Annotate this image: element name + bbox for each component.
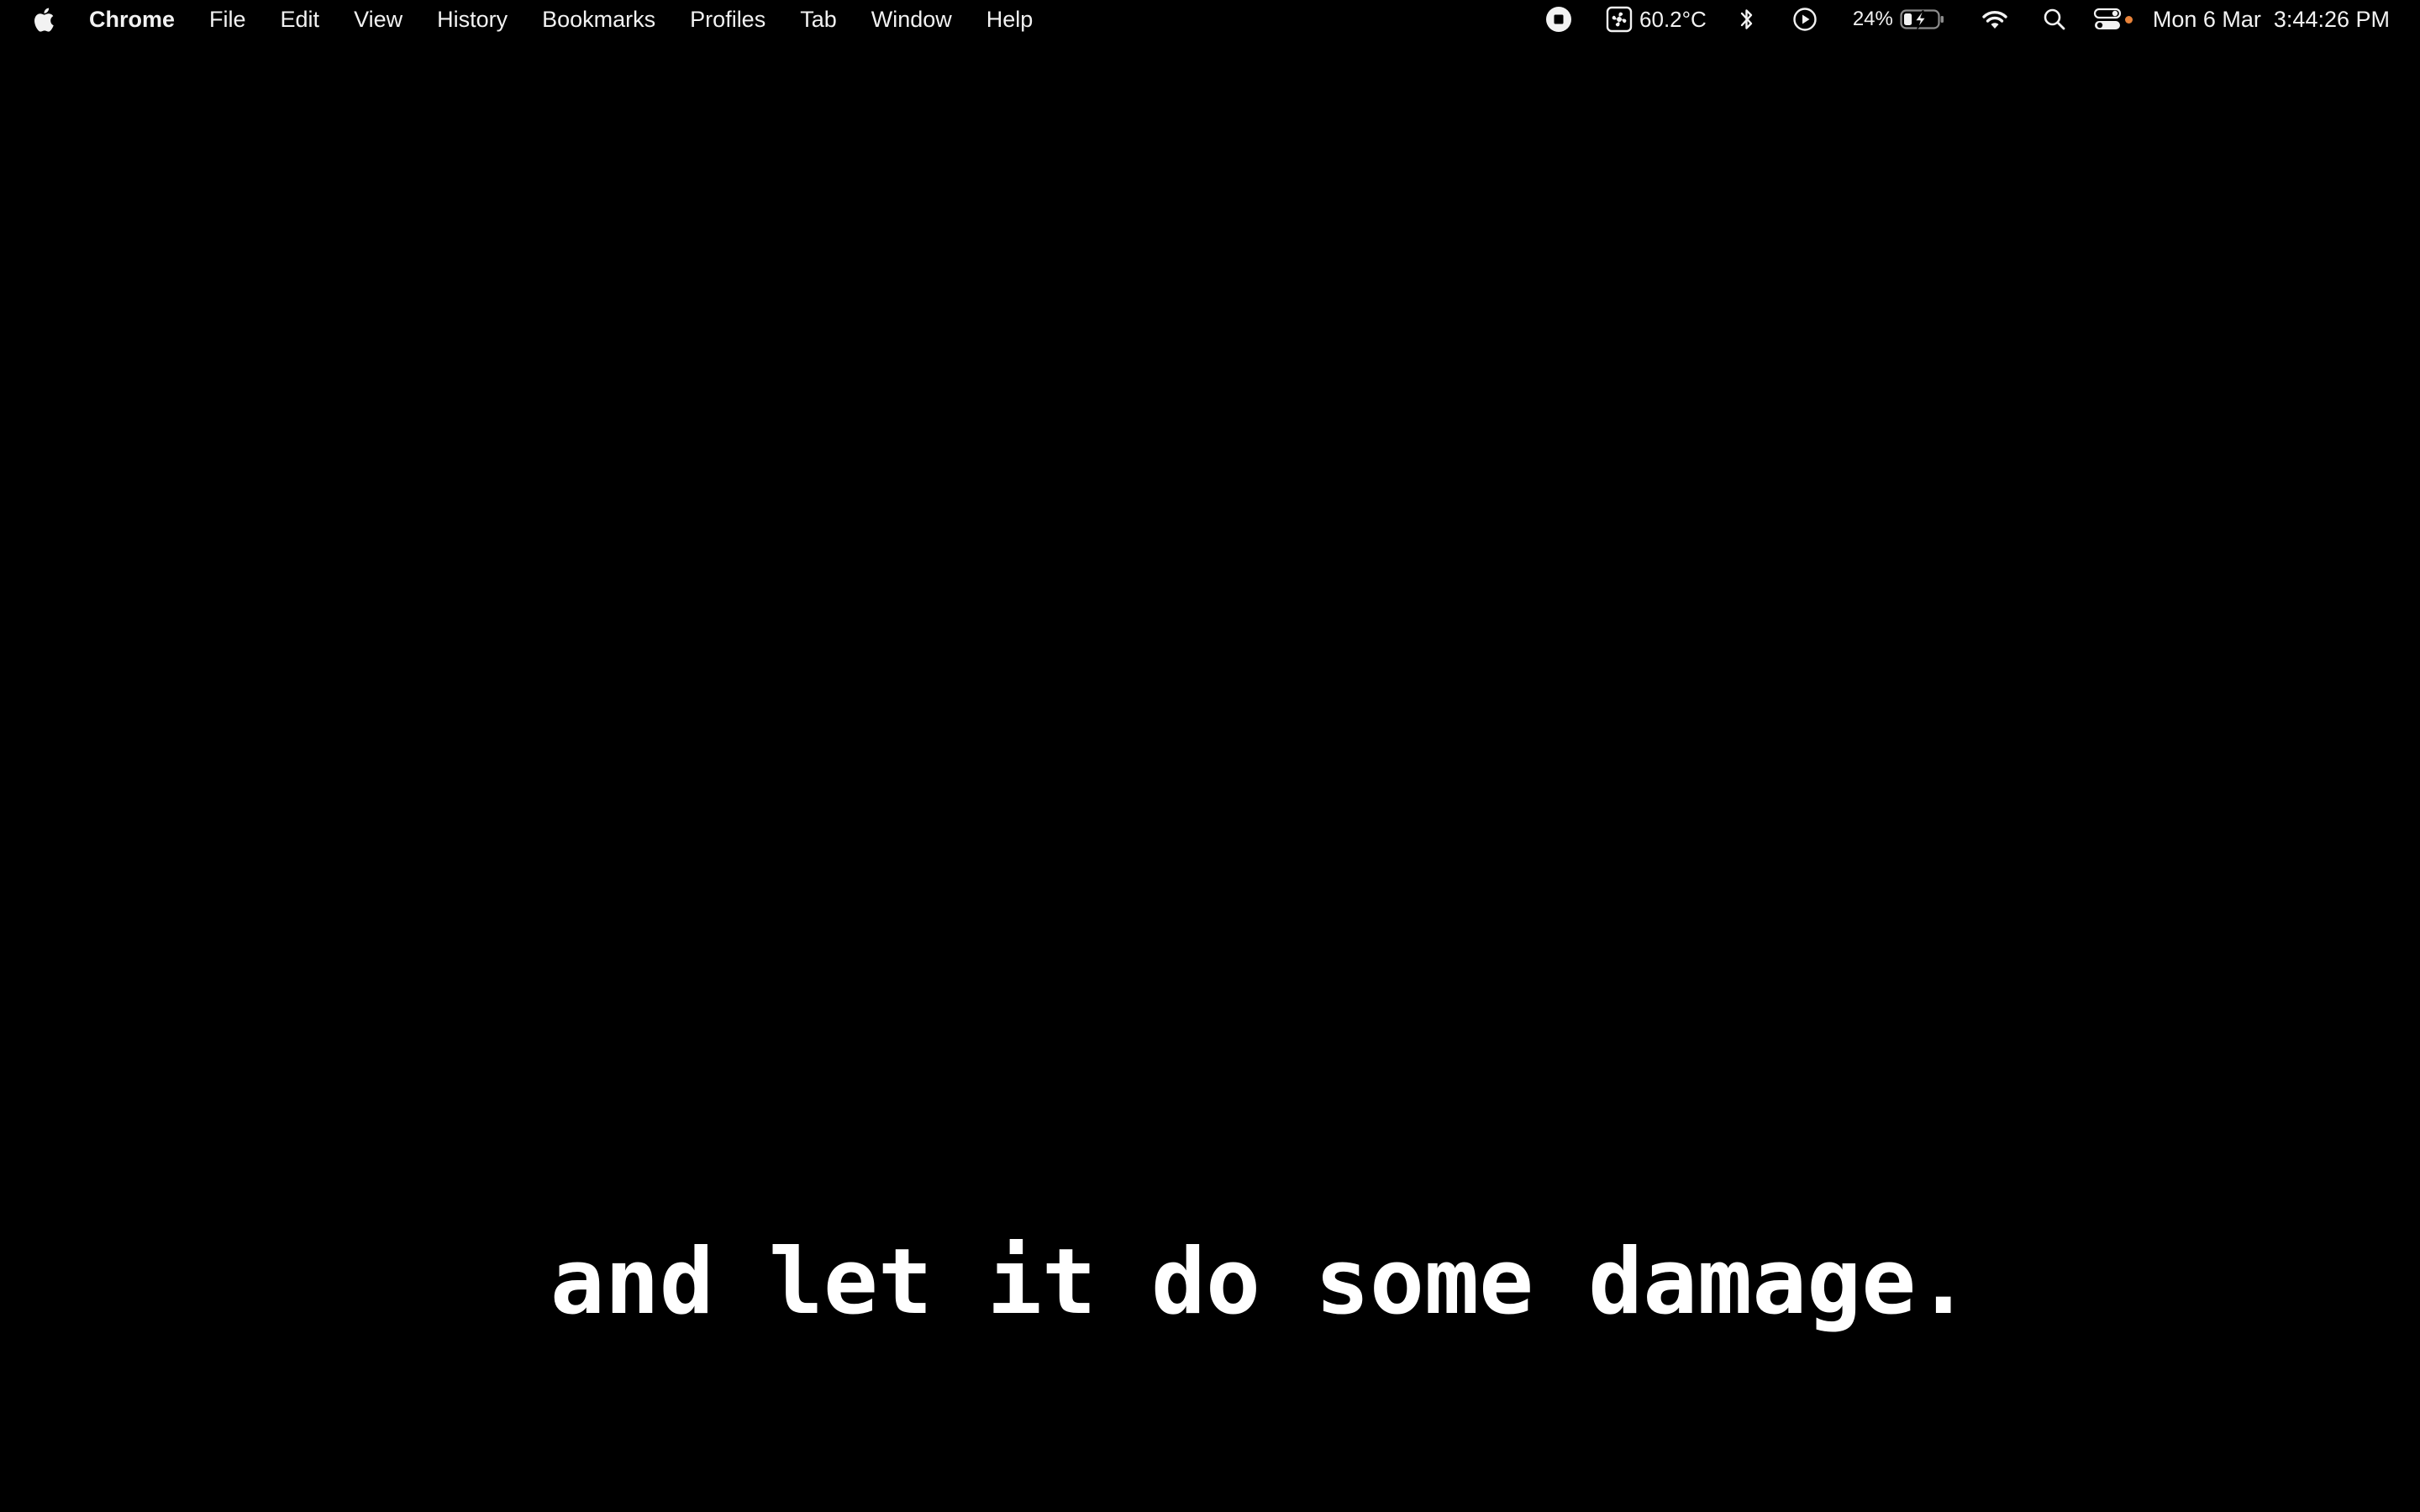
play-circle-icon[interactable] xyxy=(1792,7,1818,32)
menu-file[interactable]: File xyxy=(209,0,246,39)
video-caption: and let it do some damage. xyxy=(550,1230,1971,1335)
mic-indicator-dot xyxy=(2124,15,2133,24)
menu-bookmarks[interactable]: Bookmarks xyxy=(542,0,655,39)
menu-view[interactable]: View xyxy=(354,0,402,39)
battery-charging-icon[interactable] xyxy=(1900,8,1945,31)
desktop-screen: Chrome File Edit View History Bookmarks … xyxy=(0,0,2420,1512)
battery-percent[interactable]: 24% xyxy=(1853,0,1893,39)
menu-app-name[interactable]: Chrome xyxy=(89,0,175,39)
spotlight-search-icon[interactable] xyxy=(2043,8,2066,31)
stop-record-icon[interactable] xyxy=(1545,6,1572,33)
menu-time[interactable]: 3:44:26 PM xyxy=(2274,0,2390,39)
apple-logo-icon[interactable] xyxy=(30,5,55,34)
bluetooth-icon[interactable] xyxy=(1739,7,1755,32)
menu-history[interactable]: History xyxy=(437,0,508,39)
control-center-icon[interactable] xyxy=(2093,7,2122,32)
menu-bar-status-area: 60.2°C 24% Mon 6 Mar 3:44:26 PM xyxy=(1545,0,2390,39)
fan-temperature-icon[interactable] xyxy=(1606,6,1633,33)
menu-tab[interactable]: Tab xyxy=(800,0,837,39)
temperature-readout[interactable]: 60.2°C xyxy=(1639,0,1707,39)
wifi-icon[interactable] xyxy=(1981,8,2009,30)
menu-help[interactable]: Help xyxy=(986,0,1034,39)
menu-window[interactable]: Window xyxy=(871,0,952,39)
menu-bar: Chrome File Edit View History Bookmarks … xyxy=(0,0,2420,39)
menu-profiles[interactable]: Profiles xyxy=(690,0,765,39)
menu-bar-left: Chrome File Edit View History Bookmarks … xyxy=(0,0,1067,39)
menu-edit[interactable]: Edit xyxy=(281,0,320,39)
menu-date[interactable]: Mon 6 Mar xyxy=(2153,0,2261,39)
